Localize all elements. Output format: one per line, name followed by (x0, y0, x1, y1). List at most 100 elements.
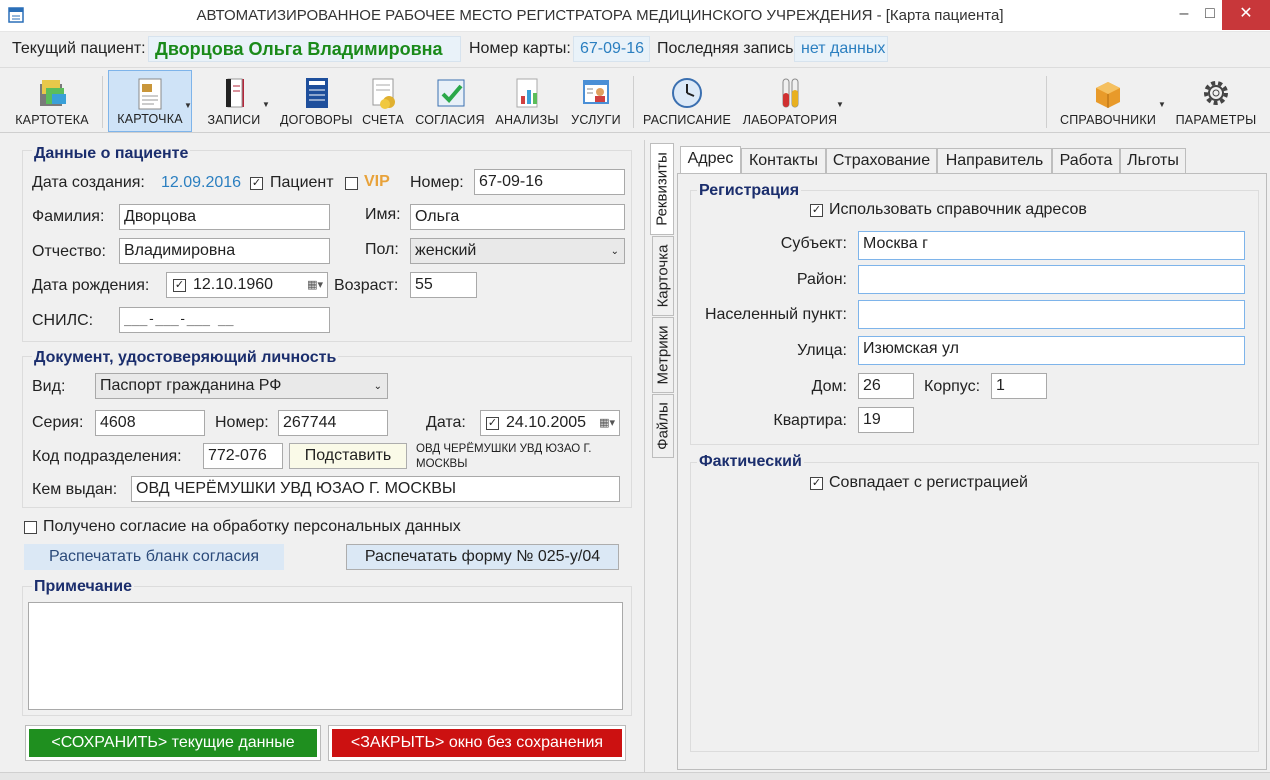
sex-select-value: женский (415, 242, 477, 259)
chevron-down-icon[interactable]: ▼ (184, 101, 192, 110)
tab-insurance[interactable]: Страхование (826, 148, 937, 173)
flat-input[interactable]: 19 (858, 407, 914, 433)
subject-label: Субъект: (780, 235, 847, 252)
vtab-metriki[interactable]: Метрики (652, 317, 674, 393)
laboratoriya-button[interactable]: ЛАБОРАТОРИЯ ▼ (740, 70, 844, 132)
patient-bar: Текущий пациент: Дворцова Ольга Владимир… (0, 33, 1270, 65)
calendar-dropdown-icon[interactable]: ▦▾ (599, 414, 615, 432)
uslugi-button[interactable]: УСЛУГИ (566, 70, 626, 132)
main-toolbar: КАРТОТЕКА КАРТОЧКА ▼ ЗАПИСИ ▼ ДОГОВОРЫ С… (0, 67, 1270, 133)
birth-date-checkbox[interactable]: ✓ (173, 279, 186, 292)
chevron-down-icon[interactable]: ▼ (836, 100, 844, 109)
kartochka-button[interactable]: КАРТОЧКА ▼ (108, 70, 192, 132)
dept-code-input[interactable]: 772-076 (203, 443, 283, 469)
series-input[interactable]: 4608 (95, 410, 205, 436)
insert-button[interactable]: Подставить (289, 443, 407, 469)
schedule-clock-icon (671, 76, 703, 110)
name-input[interactable]: Ольга (410, 204, 625, 230)
panel-splitter[interactable] (640, 140, 645, 772)
series-label: Серия: (32, 414, 84, 431)
doc-type-select[interactable]: Паспорт гражданина РФ ⌄ (95, 373, 388, 399)
chevron-down-icon[interactable]: ▼ (262, 100, 270, 109)
doc-date-checkbox[interactable]: ✓ (486, 417, 499, 430)
locality-label: Населенный пункт: (704, 306, 847, 323)
same-as-registration-label: Совпадает с регистрацией (829, 474, 1028, 491)
vtab-kartochka[interactable]: Карточка (652, 236, 674, 316)
dogovory-button[interactable]: ДОГОВОРЫ (280, 70, 352, 132)
note-textarea[interactable] (28, 602, 623, 710)
toolbar-separator (633, 76, 634, 128)
house-input[interactable]: 26 (858, 373, 914, 399)
locality-input[interactable] (858, 300, 1245, 329)
tab-address[interactable]: Адрес (680, 146, 741, 173)
scheta-button[interactable]: СЧЕТА (356, 70, 410, 132)
doc-type-value: Паспорт гражданина РФ (100, 377, 282, 394)
kartoteka-button[interactable]: КАРТОТЕКА (12, 70, 92, 132)
surname-input[interactable]: Дворцова (119, 204, 330, 230)
appointments-book-icon (218, 76, 250, 110)
invoices-icon (367, 76, 399, 110)
street-input[interactable]: Изюмская ул (858, 336, 1245, 365)
use-directory-checkbox[interactable]: ✓ (810, 204, 823, 217)
doc-number-label: Номер: (215, 414, 269, 431)
doc-date-picker[interactable]: ✓ 24.10.2005 ▦▾ (480, 410, 620, 436)
parametry-button[interactable]: ПАРАМЕТРЫ (1172, 70, 1260, 132)
save-button[interactable]: <СОХРАНИТЬ> текущие данные (29, 729, 317, 757)
print-consent-button[interactable]: Распечатать бланк согласия (24, 544, 284, 570)
print-form-button[interactable]: Распечатать форму № 025-у/04 (346, 544, 619, 570)
birth-date-value: 12.10.1960 (193, 276, 274, 293)
tab-referrer[interactable]: Направитель (937, 148, 1052, 173)
tab-contacts[interactable]: Контакты (741, 148, 826, 173)
doc-type-label: Вид: (32, 378, 66, 395)
sex-select[interactable]: женский ⌄ (410, 238, 625, 264)
vip-checkbox[interactable] (345, 177, 358, 190)
actual-address-group (690, 462, 1259, 752)
scheta-label: СЧЕТА (362, 113, 404, 127)
flat-label: Квартира: (773, 412, 847, 429)
close-button[interactable]: <ЗАКРЫТЬ> окно без сохранения (332, 729, 622, 757)
consent-checkbox[interactable] (24, 521, 37, 534)
building-input[interactable]: 1 (991, 373, 1047, 399)
zapisi-button[interactable]: ЗАПИСИ ▼ (196, 70, 272, 132)
street-label: Улица: (797, 342, 847, 359)
document-header: Документ, удостоверяющий личность (32, 349, 339, 367)
analizy-label: АНАЛИЗЫ (495, 113, 559, 127)
analizy-button[interactable]: АНАЛИЗЫ (492, 70, 562, 132)
kartoteka-label: КАРТОТЕКА (15, 113, 89, 127)
tab-benefits[interactable]: Льготы (1120, 148, 1186, 173)
dept-code-label: Код подразделения: (32, 448, 182, 465)
soglasiya-button[interactable]: СОГЛАСИЯ (414, 70, 486, 132)
snils-input[interactable]: ___-___-___ __ (119, 307, 330, 333)
vtab-kartochka-label: Карточка (654, 244, 672, 308)
current-patient-name: Дворцова Ольга Владимировна (148, 36, 461, 62)
surname-label: Фамилия: (32, 208, 105, 225)
chevron-down-icon[interactable]: ▼ (1158, 100, 1166, 109)
patient-checkbox-label: Пациент (270, 174, 334, 191)
patient-checkbox[interactable]: ✓ (250, 177, 263, 190)
vtab-faily[interactable]: Файлы (652, 394, 674, 458)
district-label: Район: (796, 271, 847, 288)
directories-box-icon (1092, 76, 1124, 110)
note-header: Примечание (32, 578, 135, 596)
close-icon[interactable]: ✕ (1222, 0, 1270, 30)
raspisanie-button[interactable]: РАСПИСАНИЕ (642, 70, 732, 132)
birth-date-picker[interactable]: ✓ 12.10.1960 ▦▾ (166, 272, 328, 298)
card-number-label: Номер карты: (469, 40, 571, 57)
same-as-registration-checkbox[interactable]: ✓ (810, 477, 823, 490)
subject-input[interactable]: Москва г (858, 231, 1245, 260)
doc-number-input[interactable]: 267744 (278, 410, 388, 436)
calendar-dropdown-icon[interactable]: ▦▾ (307, 276, 323, 294)
issued-by-input[interactable]: ОВД ЧЕРЁМУШКИ УВД ЮЗАО Г. МОСКВЫ (131, 476, 620, 502)
gear-icon (1200, 76, 1232, 110)
number-input[interactable]: 67-09-16 (474, 169, 625, 195)
spravochniki-button[interactable]: СПРАВОЧНИКИ ▼ (1056, 70, 1166, 132)
district-input[interactable] (858, 265, 1245, 294)
vtab-rekvizity[interactable]: Реквизиты (650, 143, 674, 235)
patronymic-input[interactable]: Владимировна (119, 238, 330, 264)
age-input[interactable]: 55 (410, 272, 477, 298)
toolbar-separator (1046, 76, 1047, 128)
actual-address-header: Фактический (697, 453, 804, 471)
toolbar-separator (102, 76, 103, 128)
age-label: Возраст: (334, 277, 399, 294)
tab-work[interactable]: Работа (1052, 148, 1120, 173)
